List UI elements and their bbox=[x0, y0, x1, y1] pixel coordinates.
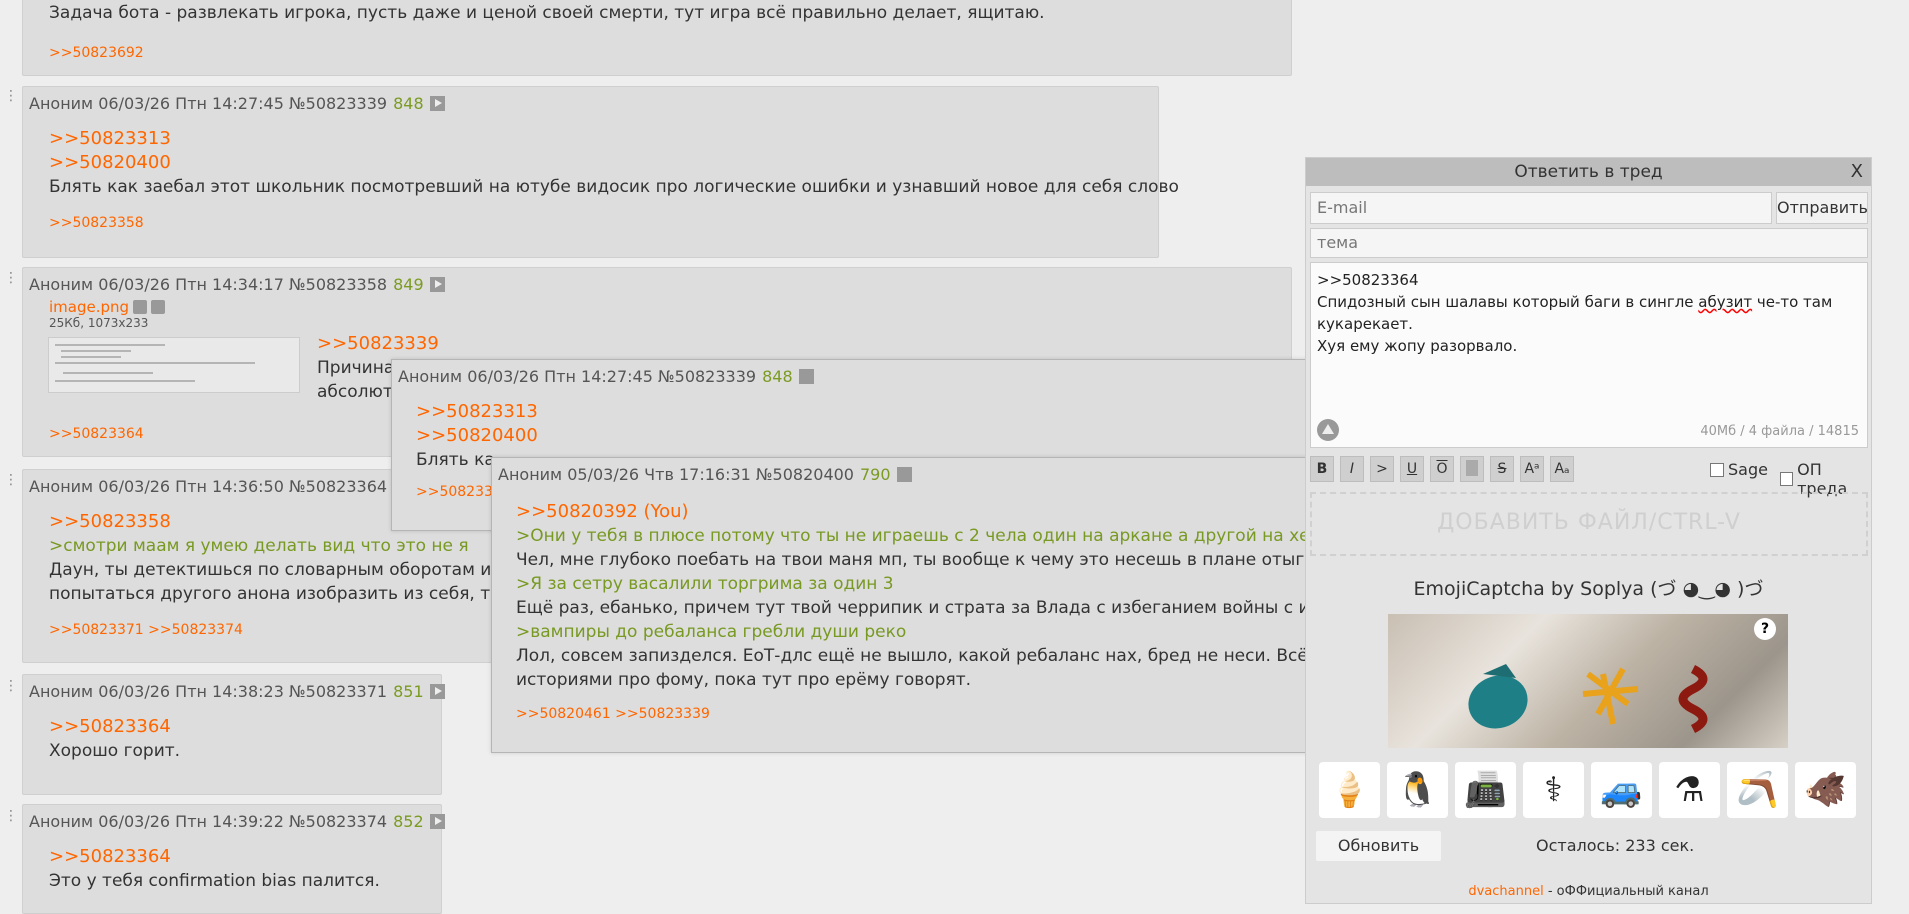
download-icon[interactable] bbox=[151, 300, 166, 314]
upload-icon[interactable] bbox=[1317, 419, 1339, 441]
captcha-option-penguin[interactable]: 🐧 bbox=[1387, 762, 1448, 818]
captcha-image: ? bbox=[1388, 614, 1788, 748]
post-text: Блять как заебал этот школьник посмотрев… bbox=[49, 177, 1179, 197]
superscript-button[interactable]: Aᵃ bbox=[1520, 456, 1544, 482]
captcha-refresh-button[interactable]: Обновить bbox=[1316, 831, 1441, 861]
post-menu-dots[interactable]: ⋮ bbox=[4, 270, 18, 286]
captcha-option-boar[interactable]: 🐗 bbox=[1795, 762, 1856, 818]
post-replies[interactable]: >>50823364 bbox=[49, 426, 144, 442]
post-50823339: Аноним 06/03/26 Птн 14:27:45 №50823339 84… bbox=[22, 86, 1179, 258]
post-ref[interactable]: >>50820400 bbox=[49, 151, 1132, 175]
reply-form-title[interactable]: Ответить в тред X bbox=[1306, 158, 1871, 186]
post-text: Хорошо горит. bbox=[49, 741, 181, 761]
upload-limits: 40Мб / 4 файла / 14815 bbox=[1700, 424, 1859, 439]
post-ref[interactable]: >>50820400 bbox=[416, 424, 1316, 448]
post-menu-dots[interactable]: ⋮ bbox=[4, 88, 18, 104]
play-icon[interactable] bbox=[429, 277, 445, 292]
post-header: Аноним 05/03/26 Чтв 17:16:31 №50820400 79… bbox=[498, 462, 1316, 488]
email-field[interactable]: E-mail bbox=[1310, 192, 1772, 224]
captcha-option-boomerang[interactable]: 🪃 bbox=[1727, 762, 1788, 818]
captcha-help-icon[interactable]: ? bbox=[1754, 618, 1776, 640]
post-text: Задача бота - развлекать игрока, пусть д… bbox=[49, 3, 1045, 23]
post-header: Аноним 06/03/26 Птн 14:38:23 №50823371 85… bbox=[29, 679, 445, 705]
captcha-emoji-drawing bbox=[1468, 664, 1708, 734]
captcha-option-car[interactable]: 🚙 bbox=[1591, 762, 1652, 818]
channel-link[interactable]: dvachannel bbox=[1468, 884, 1543, 899]
post-preview-50820400: Аноним 05/03/26 Чтв 17:16:31 №50820400 79… bbox=[491, 457, 1341, 753]
subject-field[interactable]: тема bbox=[1310, 228, 1868, 258]
play-icon[interactable] bbox=[429, 684, 445, 699]
image-filename[interactable]: image.png bbox=[49, 298, 129, 316]
post-header: Аноним 06/03/26 Птн 14:27:45 №50823339 84… bbox=[29, 91, 1132, 117]
play-icon[interactable] bbox=[429, 814, 445, 829]
post-header: Аноним 06/03/26 Птн 14:34:17 №50823358 84… bbox=[29, 272, 1265, 298]
post-replies[interactable]: >>50820461 >>50823339 bbox=[516, 706, 1316, 722]
underline-button[interactable]: U bbox=[1400, 456, 1424, 482]
post-text: Чел, мне глубоко поебать на твои маня мп… bbox=[516, 550, 1329, 570]
bold-button[interactable]: B bbox=[1310, 456, 1334, 482]
file-drop-zone[interactable]: ДОБАВИТЬ ФАЙЛ/CTRL-V bbox=[1310, 492, 1868, 556]
play-icon[interactable] bbox=[429, 96, 445, 111]
captcha-timer: Осталось: 233 сек. bbox=[1536, 836, 1695, 855]
spoiler-button[interactable] bbox=[1460, 456, 1484, 482]
message-textarea[interactable]: >>50823364 Спидозный сын шалавы который … bbox=[1310, 262, 1868, 448]
post-header: Аноним 06/03/26 Птн 14:27:45 №50823339 84… bbox=[398, 364, 1316, 390]
post-quote: >Я за сетру васалили торгрима за один 3 bbox=[516, 574, 894, 594]
post-ref[interactable]: >>50823364 bbox=[49, 715, 415, 739]
search-icon[interactable] bbox=[133, 300, 148, 314]
close-icon[interactable]: X bbox=[1851, 158, 1863, 186]
send-button[interactable]: Отправить bbox=[1776, 192, 1868, 224]
quote-button[interactable]: > bbox=[1370, 456, 1394, 482]
post-ref[interactable]: >>50823313 bbox=[416, 400, 1316, 424]
post-text: Ещё раз, ебанько, причем тут твой черрип… bbox=[516, 598, 1334, 618]
footer: dvachannel - оФФициальный канал bbox=[1468, 884, 1709, 899]
post-ref[interactable]: >>50823339 bbox=[317, 332, 1117, 356]
post-menu-dots[interactable]: ⋮ bbox=[4, 472, 18, 488]
post-ref[interactable]: >>50823364 bbox=[49, 845, 415, 869]
post-header: Аноним 06/03/26 Птн 14:39:22 №50823374 85… bbox=[29, 809, 445, 835]
post-number[interactable]: 849 bbox=[393, 275, 424, 294]
strike-button[interactable]: S bbox=[1490, 456, 1514, 482]
subscript-button[interactable]: Aₐ bbox=[1550, 456, 1574, 482]
post-menu-dots[interactable]: ⋮ bbox=[4, 678, 18, 694]
play-icon[interactable] bbox=[798, 369, 814, 384]
captcha-option-medical[interactable]: ⚕ bbox=[1523, 762, 1584, 818]
post-quote: >вампиры до ребаланса гребли души реко bbox=[516, 622, 907, 642]
post-50823371: Аноним 06/03/26 Птн 14:38:23 №50823371 85… bbox=[22, 674, 445, 795]
post-ref[interactable]: >>50823313 bbox=[49, 127, 1132, 151]
post-number[interactable]: 851 bbox=[393, 682, 424, 701]
overline-button[interactable]: O bbox=[1430, 456, 1454, 482]
post-quote: >Они у тебя в плюсе потому что ты не игр… bbox=[516, 526, 1341, 546]
captcha-title: EmojiCaptcha by Soplya (づ ◕‿◕ )づ bbox=[1413, 578, 1764, 600]
post-number[interactable]: 852 bbox=[393, 812, 424, 831]
post-text: историями про фому, пока тут про ерёму г… bbox=[516, 670, 972, 690]
post-replies[interactable]: >>50823692 bbox=[49, 45, 1265, 61]
captcha-option-ice-cream[interactable]: 🍦 bbox=[1319, 762, 1380, 818]
reply-form: Ответить в тред X E-mail Отправить тема … bbox=[1305, 157, 1872, 904]
post-50823374: Аноним 06/03/26 Птн 14:39:22 №50823374 85… bbox=[22, 804, 445, 914]
post-menu-dots[interactable]: ⋮ bbox=[4, 808, 18, 824]
italic-button[interactable]: I bbox=[1340, 456, 1364, 482]
post-ref[interactable]: >>50820392 (You) bbox=[516, 500, 1316, 524]
post-replies[interactable]: >>50823358 bbox=[49, 215, 1132, 231]
play-icon[interactable] bbox=[896, 467, 912, 482]
image-meta: 25Кб, 1073x233 bbox=[49, 316, 149, 330]
captcha-option-mortar[interactable]: ⚗ bbox=[1659, 762, 1720, 818]
checkbox-icon[interactable] bbox=[1780, 472, 1794, 486]
captcha-option-fax[interactable]: 📠 bbox=[1455, 762, 1516, 818]
post-text: Лол, совсем запизделся. ЕоТ-длс ещё не в… bbox=[516, 646, 1324, 666]
post-number[interactable]: 848 bbox=[762, 367, 793, 386]
post-number[interactable]: 790 bbox=[860, 465, 891, 484]
image-thumbnail[interactable] bbox=[48, 337, 300, 393]
sage-checkbox[interactable]: Sage bbox=[1710, 460, 1768, 479]
post-number[interactable]: 848 bbox=[393, 94, 424, 113]
post-text: Это у тебя confirmation bias палится. bbox=[49, 871, 380, 891]
post-top: Задача бота - развлекать игрока, пусть д… bbox=[22, 0, 1292, 76]
checkbox-icon[interactable] bbox=[1710, 462, 1724, 477]
